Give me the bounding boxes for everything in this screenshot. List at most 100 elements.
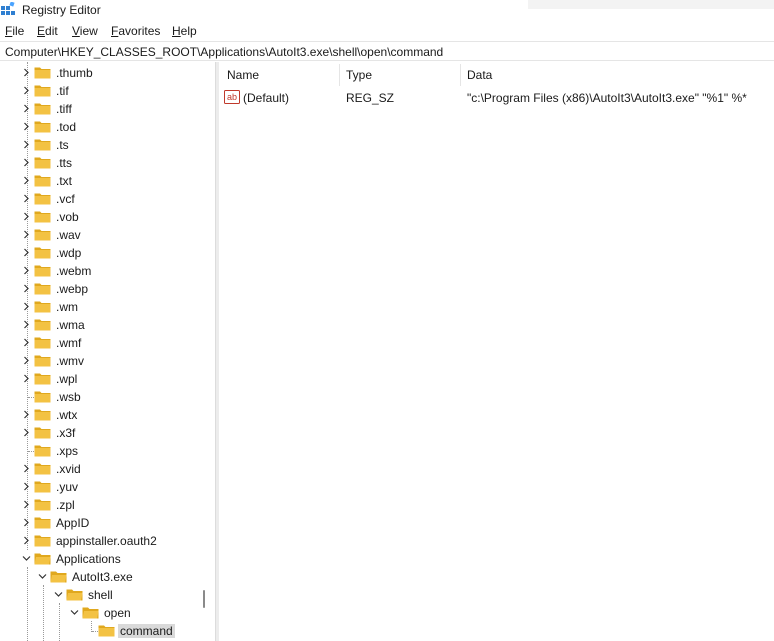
tree-item[interactable]: .wsb: [0, 388, 213, 406]
chevron-right-icon[interactable]: [22, 284, 31, 293]
chevron-right-icon[interactable]: [22, 212, 31, 221]
tree-item-label: .vcf: [56, 192, 75, 206]
value-row[interactable]: ab (Default) REG_SZ "c:\Program Files (x…: [219, 89, 774, 107]
chevron-right-icon[interactable]: [22, 410, 31, 419]
folder-icon: [34, 427, 51, 439]
folder-icon: [34, 355, 51, 367]
tree-item-label: .wpl: [56, 372, 78, 386]
folder-icon: [34, 265, 51, 277]
tree-item[interactable]: .wdp: [0, 244, 213, 262]
chevron-down-icon[interactable]: [38, 572, 47, 581]
value-type: REG_SZ: [346, 91, 395, 105]
tree-item-label: AppID: [56, 516, 90, 530]
tree-item[interactable]: .tts: [0, 154, 213, 172]
tree-item[interactable]: Applications: [0, 550, 213, 568]
chevron-right-icon[interactable]: [22, 536, 31, 545]
chevron-down-icon[interactable]: [70, 608, 79, 617]
chevron-right-icon[interactable]: [22, 158, 31, 167]
tree-item[interactable]: shell: [0, 586, 213, 604]
tree-item[interactable]: .tod: [0, 118, 213, 136]
chevron-right-icon[interactable]: [22, 482, 31, 491]
tree-item[interactable]: AppID: [0, 514, 213, 532]
menu-view[interactable]: View: [72, 24, 98, 38]
tree-item[interactable]: .thumb: [0, 64, 213, 82]
tree-item[interactable]: .webm: [0, 262, 213, 280]
chevron-right-icon[interactable]: [22, 320, 31, 329]
chevron-right-icon[interactable]: [22, 122, 31, 131]
tree-item[interactable]: .x3f: [0, 424, 213, 442]
tree-item[interactable]: .vcf: [0, 190, 213, 208]
chevron-right-icon[interactable]: [22, 356, 31, 365]
tree-item[interactable]: .wtx: [0, 406, 213, 424]
values-list[interactable]: Name Type Data ab (Default) REG_SZ "c:\P…: [219, 62, 774, 641]
chevron-right-icon[interactable]: [22, 338, 31, 347]
tree-item[interactable]: appinstaller.oauth2: [0, 532, 213, 550]
chevron-right-icon[interactable]: [22, 248, 31, 257]
tree-item[interactable]: .webp: [0, 280, 213, 298]
tree-item-label: .wma: [56, 318, 85, 332]
chevron-right-icon[interactable]: [22, 176, 31, 185]
tree-item[interactable]: command: [0, 622, 213, 640]
tree-item-label: .thumb: [56, 66, 93, 80]
tree-item[interactable]: .xvid: [0, 460, 213, 478]
tree-item[interactable]: .wm: [0, 298, 213, 316]
column-header-name[interactable]: Name: [227, 68, 259, 82]
tree-item[interactable]: .xps: [0, 442, 213, 460]
tree-item[interactable]: .tif: [0, 82, 213, 100]
chevron-right-icon[interactable]: [22, 86, 31, 95]
tree-item[interactable]: .wmv: [0, 352, 213, 370]
folder-icon: [34, 337, 51, 349]
tree-item[interactable]: .vob: [0, 208, 213, 226]
tree-item[interactable]: .zpl: [0, 496, 213, 514]
chevron-right-icon[interactable]: [22, 104, 31, 113]
folder-icon: [34, 517, 51, 529]
tree-item[interactable]: .tiff: [0, 100, 213, 118]
menu-favorites[interactable]: Favorites: [111, 24, 160, 38]
tree-item[interactable]: .wav: [0, 226, 213, 244]
chevron-right-icon[interactable]: [22, 230, 31, 239]
chevron-right-icon[interactable]: [22, 374, 31, 383]
chevron-right-icon[interactable]: [22, 68, 31, 77]
tree-item[interactable]: .ts: [0, 136, 213, 154]
value-data: "c:\Program Files (x86)\AutoIt3\AutoIt3.…: [467, 91, 747, 105]
key-tree[interactable]: .thumb .tif .tiff .tod .ts .tts .txt .vcf .vob .w…: [0, 62, 213, 641]
tree-item[interactable]: open: [0, 604, 213, 622]
chevron-right-icon[interactable]: [22, 518, 31, 527]
chevron-right-icon[interactable]: [22, 140, 31, 149]
tree-item[interactable]: .wmf: [0, 334, 213, 352]
address-bar[interactable]: Computer\HKEY_CLASSES_ROOT\Applications\…: [0, 41, 774, 61]
column-divider[interactable]: [339, 64, 340, 86]
tree-item-label: .tod: [56, 120, 77, 134]
column-divider[interactable]: [460, 64, 461, 86]
menu-help[interactable]: Help: [172, 24, 197, 38]
tree-item[interactable]: .yuv: [0, 478, 213, 496]
chevron-right-icon[interactable]: [22, 428, 31, 437]
folder-icon: [34, 193, 51, 205]
menu-file[interactable]: File: [5, 24, 24, 38]
chevron-down-icon[interactable]: [54, 590, 63, 599]
chevron-right-icon[interactable]: [22, 500, 31, 509]
string-value-icon: ab: [224, 90, 240, 104]
column-header-type[interactable]: Type: [346, 68, 372, 82]
folder-icon: [34, 121, 51, 133]
column-header-data[interactable]: Data: [467, 68, 492, 82]
menu-edit[interactable]: Edit: [37, 24, 58, 38]
tree-item-label: .x3f: [56, 426, 76, 440]
tree-item[interactable]: AutoIt3.exe: [0, 568, 213, 586]
chevron-down-icon[interactable]: [22, 554, 31, 563]
tree-item-label: .webp: [56, 282, 89, 296]
tree-item[interactable]: .txt: [0, 172, 213, 190]
tree-item-label: .wm: [56, 300, 78, 314]
tree-item[interactable]: .wpl: [0, 370, 213, 388]
folder-open-icon: [82, 607, 99, 619]
chevron-right-icon[interactable]: [22, 194, 31, 203]
tree-item-label: .tiff: [56, 102, 72, 116]
chevron-right-icon[interactable]: [22, 464, 31, 473]
address-path[interactable]: Computer\HKEY_CLASSES_ROOT\Applications\…: [5, 45, 443, 59]
tree-item[interactable]: .wma: [0, 316, 213, 334]
menu-bar: File Edit View Favorites Help: [0, 21, 774, 40]
chevron-right-icon[interactable]: [22, 302, 31, 311]
svg-text:ab: ab: [227, 92, 237, 102]
chevron-right-icon[interactable]: [22, 266, 31, 275]
tree-item-label: .tif: [56, 84, 69, 98]
